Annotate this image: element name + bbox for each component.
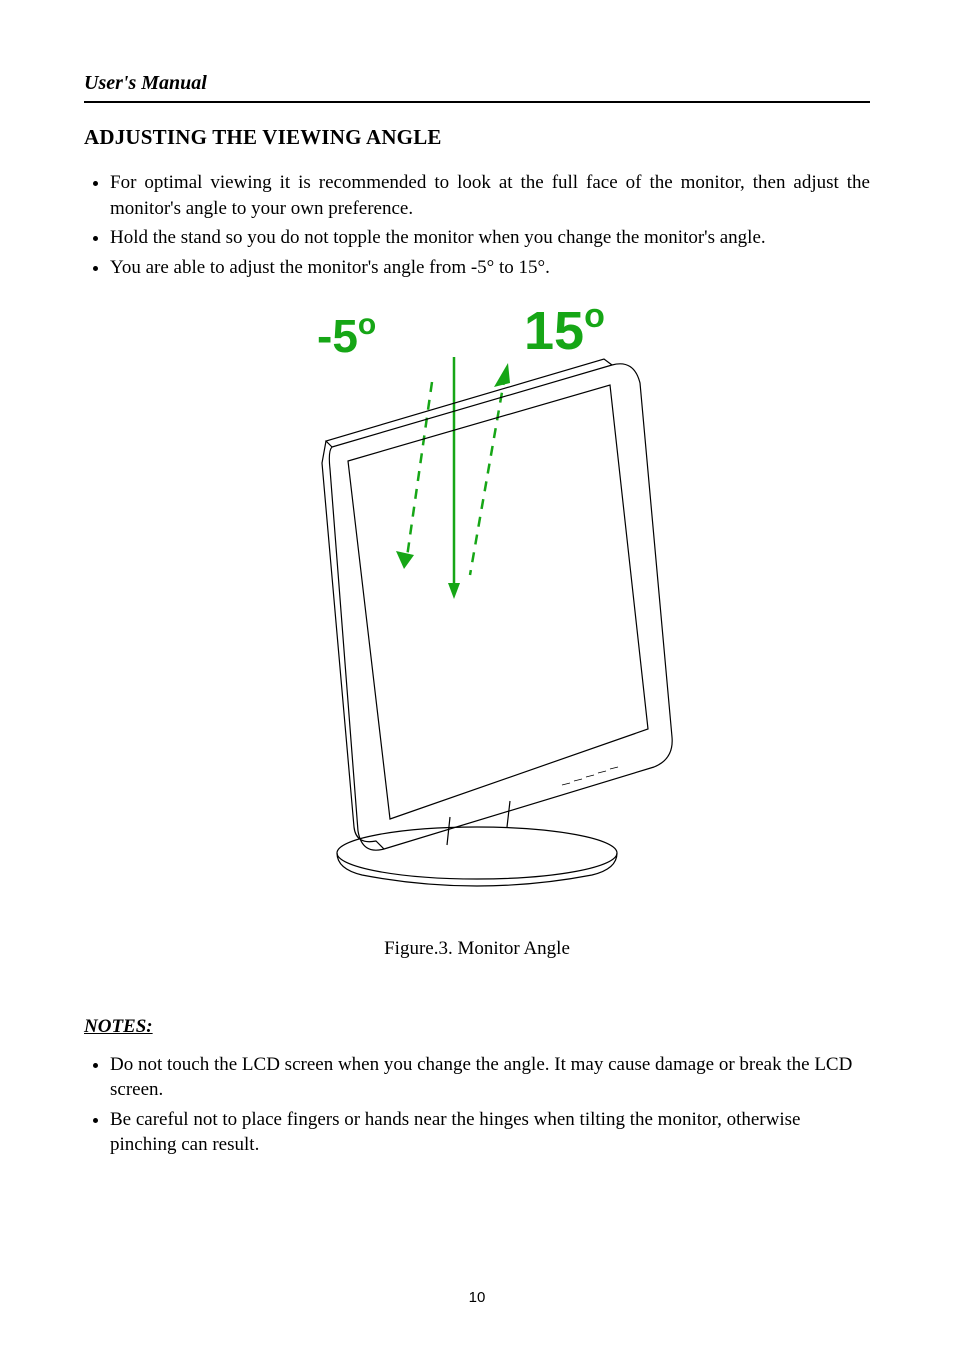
page-number: 10 [0, 1289, 954, 1306]
header-rule [84, 101, 870, 103]
monitor-outline [322, 359, 672, 886]
monitor-angle-illustration: -5o 15o [262, 297, 692, 887]
section-title: ADJUSTING THE VIEWING ANGLE [84, 125, 870, 150]
list-item: Do not touch the LCD screen when you cha… [110, 1052, 870, 1103]
list-item: Be careful not to place fingers or hands… [110, 1107, 870, 1158]
figure-caption-prefix: Figure.3. [384, 938, 453, 959]
document-page: User's Manual ADJUSTING THE VIEWING ANGL… [0, 0, 954, 1350]
list-item: Hold the stand so you do not topple the … [110, 225, 870, 251]
notes-list: Do not touch the LCD screen when you cha… [84, 1052, 870, 1159]
angle-forward-label: 15o [524, 297, 605, 361]
running-header: User's Manual [84, 72, 870, 99]
figure-caption-text: Monitor Angle [453, 938, 570, 959]
angle-back-label: -5o [317, 308, 376, 362]
instructions-list: For optimal viewing it is recommended to… [84, 170, 870, 281]
figure-caption: Figure.3. Monitor Angle [84, 938, 870, 960]
figure-monitor-angle: -5o 15o [84, 297, 870, 960]
list-item: For optimal viewing it is recommended to… [110, 170, 870, 221]
angle-guides [396, 357, 510, 599]
list-item: You are able to adjust the monitor's ang… [110, 255, 870, 281]
notes-heading: NOTES: [84, 1016, 870, 1038]
